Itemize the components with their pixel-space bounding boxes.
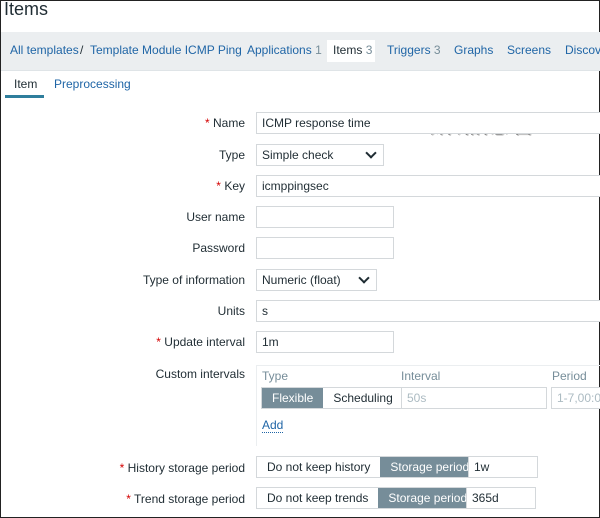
page-title: Items bbox=[4, 0, 49, 19]
type-select[interactable]: Simple check bbox=[256, 144, 384, 166]
active-subtab-indicator bbox=[5, 95, 44, 98]
nav-tab-count: 1 bbox=[315, 43, 322, 57]
do-not-keep-history-button[interactable]: Do not keep history bbox=[257, 457, 381, 477]
breadcrumb-separator: / bbox=[80, 43, 84, 57]
label-text: Key bbox=[224, 179, 245, 193]
chevron-down-icon bbox=[358, 272, 370, 284]
breadcrumb-all-templates[interactable]: All templates bbox=[10, 43, 79, 57]
password-label: Password bbox=[192, 241, 245, 255]
add-custom-interval-link[interactable]: Add bbox=[262, 419, 284, 433]
label-text: Update interval bbox=[164, 335, 245, 349]
label-text: Name bbox=[212, 116, 245, 130]
item-subtabs: Item Preprocessing bbox=[1, 70, 600, 100]
custom-intervals-type-header: Type bbox=[262, 369, 289, 383]
template-navbar: All templates / Template Module ICMP Pin… bbox=[1, 32, 600, 71]
nav-tab-label: Triggers bbox=[387, 43, 431, 57]
custom-period-input[interactable]: 1-7,00:00-24:00 bbox=[551, 387, 600, 409]
user-name-label: User name bbox=[186, 210, 245, 224]
key-label: * Key bbox=[216, 179, 245, 193]
required-marker: * bbox=[126, 492, 131, 506]
required-marker: * bbox=[156, 335, 161, 349]
nav-tab-count: 3 bbox=[365, 43, 373, 57]
nav-tab-discovery[interactable]: Discove bbox=[565, 43, 600, 57]
label-text: Trend storage period bbox=[134, 492, 245, 506]
password-input[interactable] bbox=[256, 237, 394, 259]
subtab-preprocessing[interactable]: Preprocessing bbox=[54, 77, 131, 91]
flexible-button[interactable]: Flexible bbox=[262, 388, 324, 408]
label-text: History storage period bbox=[127, 461, 245, 475]
required-marker: * bbox=[216, 179, 221, 193]
type-select-value: Simple check bbox=[262, 148, 334, 162]
nav-tab-graphs[interactable]: Graphs bbox=[454, 43, 493, 57]
custom-intervals-interval-header: Interval bbox=[401, 369, 441, 383]
trend-storage-input[interactable]: 365d bbox=[466, 487, 536, 509]
nav-tab-label: Applications bbox=[247, 43, 312, 57]
nav-tab-count: 3 bbox=[433, 43, 441, 57]
name-label: * Name bbox=[205, 116, 245, 130]
custom-intervals-label: Custom intervals bbox=[155, 367, 245, 381]
nav-tab-applications[interactable]: Applications 1 bbox=[247, 43, 322, 57]
nav-tab-screens[interactable]: Screens bbox=[507, 43, 551, 57]
type-of-information-value: Numeric (float) bbox=[262, 273, 341, 287]
history-storage-toggle: Do not keep history Storage period bbox=[256, 456, 481, 478]
scheduling-button[interactable]: Scheduling bbox=[323, 388, 403, 408]
trend-storage-toggle: Do not keep trends Storage period bbox=[256, 487, 479, 509]
update-interval-input[interactable]: 1m bbox=[256, 331, 394, 353]
custom-intervals-period-header: Period bbox=[552, 369, 587, 383]
units-input[interactable]: s bbox=[256, 300, 600, 322]
chevron-down-icon bbox=[365, 147, 377, 159]
type-label: Type bbox=[218, 148, 245, 162]
history-storage-input[interactable]: 1w bbox=[468, 456, 538, 478]
do-not-keep-trends-button[interactable]: Do not keep trends bbox=[257, 488, 379, 508]
type-of-information-select[interactable]: Numeric (float) bbox=[256, 269, 377, 291]
trend-storage-label: * Trend storage period bbox=[126, 492, 245, 506]
custom-interval-type-toggle: Flexible Scheduling bbox=[261, 387, 404, 409]
subtab-item[interactable]: Item bbox=[14, 77, 37, 91]
breadcrumb-template[interactable]: Template Module ICMP Ping bbox=[90, 43, 242, 57]
update-interval-label: * Update interval bbox=[156, 335, 245, 349]
history-storage-period-button[interactable]: Storage period bbox=[380, 457, 480, 477]
type-of-information-label: Type of information bbox=[142, 273, 245, 287]
nav-tab-triggers[interactable]: Triggers 3 bbox=[387, 43, 441, 57]
nav-tab-items[interactable]: Items 3 bbox=[333, 43, 372, 57]
custom-interval-input[interactable]: 50s bbox=[401, 387, 547, 409]
history-storage-label: * History storage period bbox=[120, 461, 245, 475]
name-input[interactable]: ICMP response time bbox=[256, 112, 600, 134]
key-input[interactable]: icmppingsec bbox=[256, 175, 600, 197]
units-label: Units bbox=[217, 304, 245, 318]
user-name-input[interactable] bbox=[256, 206, 394, 228]
required-marker: * bbox=[204, 116, 210, 130]
required-marker: * bbox=[119, 461, 125, 475]
nav-tab-label: Items bbox=[333, 43, 363, 57]
trend-storage-period-button[interactable]: Storage period bbox=[378, 488, 478, 508]
